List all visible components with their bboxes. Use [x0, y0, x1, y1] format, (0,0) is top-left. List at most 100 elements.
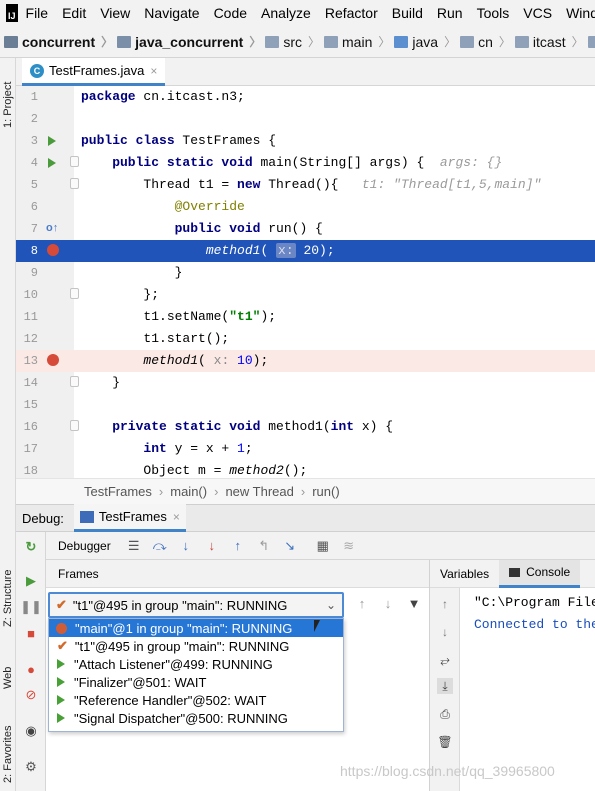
drop-frame-icon[interactable]: ↰	[256, 538, 272, 554]
close-icon[interactable]: ×	[150, 64, 157, 78]
debug-session-tab[interactable]: TestFrames ×	[73, 504, 186, 532]
inline-debug-value: t1: "Thread[t1,5,main]"	[361, 177, 542, 192]
arrow-down-icon[interactable]: ↓	[380, 596, 396, 611]
breadcrumb-item[interactable]: TestFrames	[84, 484, 152, 499]
nav-crumb-java-concurrent[interactable]: java_concurrent 〉	[117, 33, 261, 50]
breadcrumb-item[interactable]: main()	[170, 484, 207, 499]
nav-crumb-label: cn	[478, 33, 493, 50]
chevron-right-icon: ›	[214, 484, 219, 499]
menu-navigate[interactable]: Navigate	[144, 5, 199, 21]
step-over-icon[interactable]: ⤼	[152, 538, 168, 554]
fold-icon[interactable]	[70, 288, 79, 299]
mute-breakpoints-icon[interactable]: ⊘	[22, 686, 40, 704]
method-call: method1	[205, 243, 261, 258]
tab-variables[interactable]: Variables	[430, 560, 499, 588]
thread-option-main[interactable]: "main"@1 in group "main": RUNNING	[49, 619, 343, 637]
project-tool-tab[interactable]: 1: Project	[0, 66, 16, 144]
thread-option-attach-listener[interactable]: "Attach Listener"@499: RUNNING	[49, 655, 343, 673]
code-line: 18 Object m = method2();	[16, 460, 595, 478]
camera-icon[interactable]: ◉	[22, 722, 40, 740]
fold-icon[interactable]	[70, 156, 79, 167]
fold-icon[interactable]	[70, 420, 79, 431]
inline-debug-value: args: {}	[439, 155, 503, 170]
running-thread-icon	[57, 695, 65, 705]
favorites-tool-tab[interactable]: 2: Favorites	[0, 718, 16, 790]
trace-icon[interactable]: ≋	[341, 538, 357, 554]
run-to-cursor-icon[interactable]: ↘	[282, 538, 298, 554]
pause-icon[interactable]: ❚❚	[20, 598, 42, 616]
nav-crumb-main[interactable]: main 〉	[324, 33, 390, 50]
run-class-icon[interactable]	[48, 136, 56, 146]
thread-selector[interactable]: ✔ "t1"@495 in group "main": RUNNING ⌄	[48, 592, 344, 618]
arrow-up-icon[interactable]: ↑	[354, 596, 370, 611]
package-icon	[587, 35, 595, 48]
soft-wrap-icon[interactable]: ⥂	[437, 652, 453, 668]
view-breakpoints-icon[interactable]: ●	[22, 660, 40, 678]
menu-file[interactable]: File	[26, 5, 49, 21]
step-out-icon[interactable]: ↑	[230, 538, 246, 554]
code-editor[interactable]: 1 package cn.itcast.n3; 2 3 public class…	[16, 86, 595, 478]
evaluate-expression-icon[interactable]: ▦	[315, 538, 331, 554]
running-thread-icon	[57, 677, 65, 687]
nav-crumb-src[interactable]: src 〉	[265, 33, 320, 50]
breakpoint-icon[interactable]	[47, 244, 59, 256]
tab-testframes-java[interactable]: C TestFrames.java ×	[22, 58, 166, 86]
thread-option-finalizer[interactable]: "Finalizer"@501: WAIT	[49, 673, 343, 691]
running-thread-icon	[57, 713, 65, 723]
code-text: method1( x: 20);	[81, 243, 335, 258]
menu-edit[interactable]: Edit	[62, 5, 86, 21]
nav-crumb-cn[interactable]: cn 〉	[460, 33, 511, 50]
arrow-up-icon[interactable]: ↑	[437, 596, 453, 612]
code-line: 15	[16, 394, 595, 416]
breadcrumb-item[interactable]: new Thread	[225, 484, 293, 499]
code-token: 20);	[295, 243, 335, 258]
menu-analyze[interactable]: Analyze	[261, 5, 311, 21]
nav-crumb-label: java	[412, 33, 439, 50]
close-icon[interactable]: ×	[173, 510, 180, 524]
nav-crumb-n3[interactable]: n3〉	[587, 33, 595, 50]
menu-code[interactable]: Code	[214, 5, 247, 21]
arrow-down-icon[interactable]: ↓	[437, 624, 453, 640]
breakpoint-icon[interactable]	[47, 354, 59, 366]
filter-icon[interactable]: ▼	[406, 596, 422, 611]
chevron-right-icon: ›	[158, 484, 164, 499]
menu-build[interactable]: Build	[392, 5, 423, 21]
clear-all-icon[interactable]: 🗑	[437, 734, 453, 750]
nav-crumb-itcast[interactable]: itcast 〉	[514, 33, 584, 50]
settings-gear-icon[interactable]: ⚙	[22, 758, 40, 776]
step-into-icon[interactable]: ↓	[178, 538, 194, 554]
nav-crumb-java[interactable]: java 〉	[394, 33, 456, 50]
rerun-icon[interactable]: ↻	[22, 538, 40, 556]
thread-option-reference-handler[interactable]: "Reference Handler"@502: WAIT	[49, 691, 343, 709]
fold-icon[interactable]	[70, 376, 79, 387]
chevron-down-icon[interactable]: ⌄	[326, 598, 336, 612]
menu-view[interactable]: View	[100, 5, 130, 21]
menu-run[interactable]: Run	[437, 5, 463, 21]
scroll-to-end-icon[interactable]: ⤓	[437, 678, 453, 694]
tab-console[interactable]: Console	[499, 559, 581, 588]
nav-crumb-concurrent[interactable]: concurrent 〉	[4, 33, 113, 50]
menu-lines-icon[interactable]: ☰	[126, 538, 142, 554]
menu-window[interactable]: Window	[566, 5, 595, 21]
web-tool-tab[interactable]: Web	[0, 658, 16, 698]
overrides-icon[interactable]: o↑	[46, 222, 60, 234]
structure-tool-tab[interactable]: Z: Structure	[0, 558, 16, 638]
thread-option-signal-dispatcher[interactable]: "Signal Dispatcher"@500: RUNNING	[49, 709, 343, 727]
menu-refactor[interactable]: Refactor	[325, 5, 378, 21]
force-step-into-icon[interactable]: ↓	[204, 538, 220, 554]
code-text: t1.start();	[81, 331, 230, 346]
menu-vcs[interactable]: VCS	[523, 5, 552, 21]
breadcrumb-item[interactable]: run()	[312, 484, 339, 499]
thread-option-t1[interactable]: ✔ "t1"@495 in group "main": RUNNING	[49, 637, 343, 655]
menu-tools[interactable]: Tools	[477, 5, 510, 21]
menu-bar: IJ File Edit View Navigate Code Analyze …	[0, 0, 595, 26]
run-method-icon[interactable]	[48, 158, 56, 168]
code-text: package cn.itcast.n3;	[81, 89, 245, 104]
print-icon[interactable]: ⎙	[437, 706, 453, 722]
fold-icon[interactable]	[70, 178, 79, 189]
resume-icon[interactable]: ▶	[22, 572, 40, 590]
console-output[interactable]: "C:\Program File Connected to the	[474, 592, 595, 636]
thread-option-label: "t1"@495 in group "main": RUNNING	[74, 638, 290, 654]
stop-icon[interactable]: ■	[22, 624, 40, 642]
